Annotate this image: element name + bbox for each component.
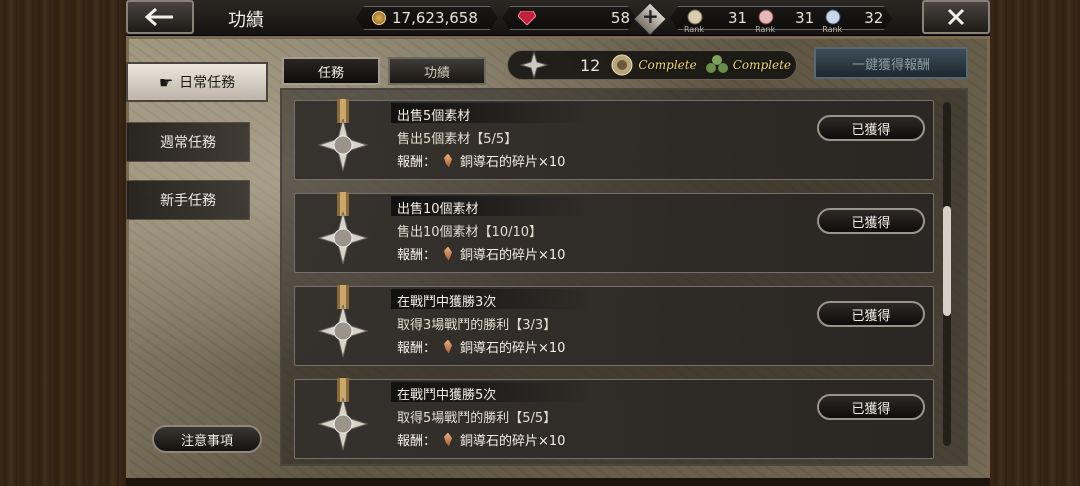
gold-value: 17,623,658 (392, 9, 478, 27)
side-tab-daily[interactable]: ☛ 日常任務 (126, 62, 268, 102)
quest-description: 售出5個素材【5/5】 (397, 132, 518, 147)
quest-description: 取得3場戰鬥的勝利【3/3】 (397, 318, 557, 333)
rank-counters: Rank 31 Rank 31 Rank 32 (670, 6, 892, 34)
quest-title: 在戰鬥中獲勝5次 (397, 388, 497, 403)
medal-icon (317, 192, 369, 265)
shard-icon (444, 153, 453, 168)
side-tab-label: 新手任務 (160, 193, 216, 209)
quest-title: 在戰鬥中獲勝3次 (397, 295, 497, 310)
side-tab-weekly[interactable]: 週常任務 (126, 122, 250, 162)
quest-title: 出售10個素材 (397, 202, 479, 217)
rank-value-2: 31 (795, 9, 815, 27)
close-button[interactable] (922, 0, 990, 34)
shard-icon (444, 432, 453, 447)
scrollbar-thumb[interactable] (943, 206, 951, 316)
quest-reward: 報酬： 銅導石的碎片×10 (397, 339, 566, 356)
quest-reward: 報酬： 銅導石的碎片×10 (397, 153, 566, 170)
compass-star-icon (520, 51, 548, 79)
claimed-button[interactable]: 已獲得 (817, 301, 925, 327)
claimed-button[interactable]: 已獲得 (817, 208, 925, 234)
completion-progress: 12 Complete Complete (507, 50, 797, 80)
page-title: 功績 (228, 10, 264, 31)
claimed-button[interactable]: 已獲得 (817, 394, 925, 420)
close-icon (947, 8, 965, 26)
side-tab-label: 日常任務 (179, 75, 236, 91)
gem-icon (518, 11, 536, 25)
claimed-button[interactable]: 已獲得 (817, 115, 925, 141)
complete-badge-2: Complete (732, 58, 792, 72)
complete-badge-1: Complete (638, 58, 697, 72)
medal-icon (317, 99, 369, 172)
quest-list: 出售5個素材 售出5個素材【5/5】 報酬： 銅導石的碎片×10 已獲得 出售1… (280, 88, 968, 466)
medal-icon (317, 285, 369, 358)
shard-icon (444, 339, 453, 354)
back-button[interactable] (126, 0, 194, 34)
claim-all-button[interactable]: 一鍵獲得報酬 (814, 47, 968, 79)
completed-count: 12 (580, 55, 601, 75)
quest-description: 售出10個素材【10/10】 (397, 225, 543, 240)
back-arrow-icon (145, 8, 173, 26)
quest-title: 出售5個素材 (397, 109, 471, 124)
rank-value-1: 31 (728, 9, 748, 27)
plus-icon: + (642, 4, 659, 28)
quest-description: 取得5場戰鬥的勝利【5/5】 (397, 411, 557, 426)
rank-rose-icon: Rank (755, 7, 777, 34)
rank-value-3: 32 (864, 9, 884, 27)
gold-medal-icon (611, 54, 633, 76)
quest-reward: 報酬： 銅導石的碎片×10 (397, 246, 566, 263)
quest-row: 在戰鬥中獲勝3次 取得3場戰鬥的勝利【3/3】 報酬： 銅導石的碎片×10 已獲… (294, 285, 934, 366)
quest-row: 出售10個素材 售出10個素材【10/10】 報酬： 銅導石的碎片×10 已獲得 (294, 192, 934, 273)
tab-achievements[interactable]: 功績 (388, 57, 486, 85)
bottom-border (126, 478, 990, 486)
notice-button[interactable]: 注意事項 (152, 425, 262, 453)
side-tab-label: 週常任務 (160, 135, 216, 151)
clover-icon (705, 55, 728, 73)
side-tab-beginner[interactable]: 新手任務 (126, 180, 250, 220)
rank-emblem-icon: Rank (684, 7, 706, 34)
shard-icon (444, 246, 453, 261)
gold-counter: 17,623,658 (356, 6, 498, 30)
quest-row: 出售5個素材 售出5個素材【5/5】 報酬： 銅導石的碎片×10 已獲得 (294, 99, 934, 180)
tab-tasks[interactable]: 任務 (282, 57, 380, 85)
gold-coin-icon (372, 11, 386, 25)
quest-reward: 報酬： 銅導石的碎片×10 (397, 432, 566, 449)
left-border (0, 0, 126, 486)
gem-counter: 58 (502, 6, 636, 30)
medal-icon (317, 378, 369, 451)
rank-crest-icon: Rank (822, 7, 844, 34)
quest-row: 在戰鬥中獲勝5次 取得5場戰鬥的勝利【5/5】 報酬： 銅導石的碎片×10 已獲… (294, 378, 934, 459)
gem-value: 58 (610, 9, 630, 27)
pointing-hand-icon: ☛ (158, 72, 174, 92)
right-border (990, 0, 1080, 486)
